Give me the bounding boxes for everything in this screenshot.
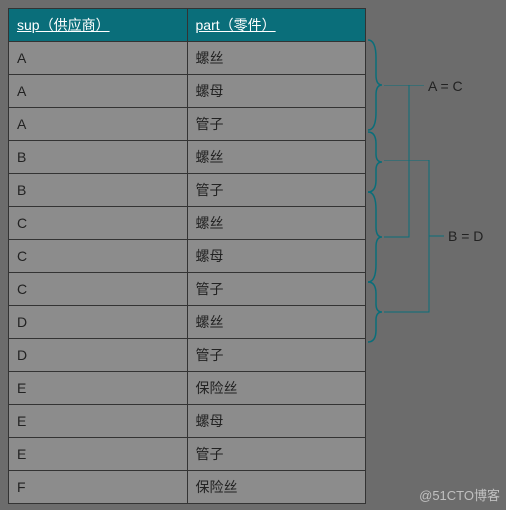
data-table: sup（供应商） part（零件） A螺丝 A螺母 A管子 B螺丝 B管子 C螺… bbox=[8, 8, 366, 504]
cell-sup: C bbox=[9, 273, 188, 306]
cell-part: 螺丝 bbox=[187, 42, 366, 75]
table-row: A管子 bbox=[9, 108, 366, 141]
cell-part: 螺丝 bbox=[187, 141, 366, 174]
cell-part: 螺母 bbox=[187, 405, 366, 438]
table-row: D管子 bbox=[9, 339, 366, 372]
cell-part: 管子 bbox=[187, 339, 366, 372]
cell-sup: F bbox=[9, 471, 188, 504]
data-table-wrap: sup（供应商） part（零件） A螺丝 A螺母 A管子 B螺丝 B管子 C螺… bbox=[8, 8, 366, 504]
cell-sup: A bbox=[9, 75, 188, 108]
connector-bd-icon bbox=[384, 160, 444, 315]
brace-a-icon bbox=[366, 38, 384, 132]
header-sup: sup（供应商） bbox=[9, 9, 188, 42]
cell-sup: E bbox=[9, 405, 188, 438]
table-row: B螺丝 bbox=[9, 141, 366, 174]
table-row: F保险丝 bbox=[9, 471, 366, 504]
table-row: A螺母 bbox=[9, 75, 366, 108]
annotation-ac: A = C bbox=[428, 78, 463, 94]
table-row: E保险丝 bbox=[9, 372, 366, 405]
header-part: part（零件） bbox=[187, 9, 366, 42]
brace-d-icon bbox=[366, 280, 384, 344]
table-row: E管子 bbox=[9, 438, 366, 471]
table-row: C螺丝 bbox=[9, 207, 366, 240]
table-row: A螺丝 bbox=[9, 42, 366, 75]
cell-part: 螺母 bbox=[187, 240, 366, 273]
brace-b-icon bbox=[366, 130, 384, 194]
table-row: E螺母 bbox=[9, 405, 366, 438]
cell-part: 管子 bbox=[187, 273, 366, 306]
cell-part: 管子 bbox=[187, 438, 366, 471]
cell-sup: D bbox=[9, 339, 188, 372]
cell-part: 管子 bbox=[187, 174, 366, 207]
cell-sup: D bbox=[9, 306, 188, 339]
cell-part: 螺丝 bbox=[187, 306, 366, 339]
cell-part: 螺母 bbox=[187, 75, 366, 108]
brace-c-icon bbox=[366, 190, 384, 284]
table-row: D螺丝 bbox=[9, 306, 366, 339]
annotation-bd: B = D bbox=[448, 228, 483, 244]
table-row: C管子 bbox=[9, 273, 366, 306]
annotations-layer: A = C B = D bbox=[368, 40, 498, 480]
watermark: @51CTO博客 bbox=[419, 485, 500, 504]
table-row: B管子 bbox=[9, 174, 366, 207]
cell-part: 螺丝 bbox=[187, 207, 366, 240]
cell-sup: A bbox=[9, 42, 188, 75]
cell-part: 保险丝 bbox=[187, 471, 366, 504]
table-header-row: sup（供应商） part（零件） bbox=[9, 9, 366, 42]
cell-sup: A bbox=[9, 108, 188, 141]
cell-sup: E bbox=[9, 372, 188, 405]
cell-sup: C bbox=[9, 207, 188, 240]
cell-sup: C bbox=[9, 240, 188, 273]
cell-part: 保险丝 bbox=[187, 372, 366, 405]
cell-sup: B bbox=[9, 141, 188, 174]
cell-sup: E bbox=[9, 438, 188, 471]
cell-part: 管子 bbox=[187, 108, 366, 141]
cell-sup: B bbox=[9, 174, 188, 207]
table-row: C螺母 bbox=[9, 240, 366, 273]
